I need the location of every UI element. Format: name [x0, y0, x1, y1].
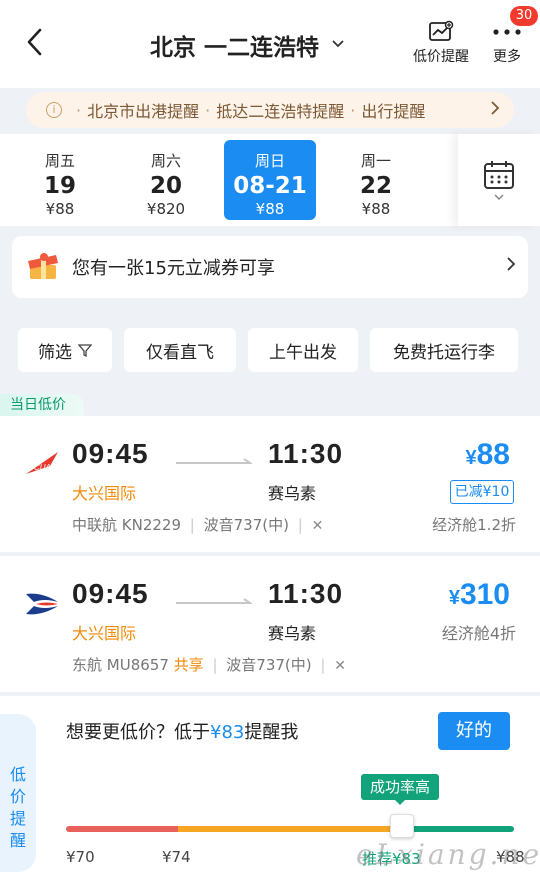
alert-side-label: 低价提醒	[0, 714, 36, 872]
departure-airport: 大兴国际	[72, 484, 137, 503]
chevron-right-icon	[490, 100, 500, 120]
price-tick: ¥70	[66, 848, 95, 866]
price-range-low	[66, 826, 178, 832]
arrival-time: 11:30	[268, 438, 344, 469]
low-price-section: 当日低价	[0, 392, 540, 416]
flight-price: ¥88	[465, 438, 511, 471]
filter-button[interactable]: 筛选	[18, 328, 112, 372]
svg-text:CUA: CUA	[34, 463, 51, 472]
flight-card[interactable]: 09:45 大兴国际 11:30 赛乌素 ¥310 经济舱4折 东航 MU865…	[0, 556, 540, 692]
route-arrow-icon	[176, 598, 252, 604]
date-tab[interactable]: 周一 22 ¥88	[326, 134, 426, 226]
arrival-airport: 赛乌素	[268, 484, 317, 503]
notice-item: 抵达二连浩特提醒	[216, 102, 345, 121]
departure-airport: 大兴国际	[72, 624, 137, 643]
airline-flight-number: 中联航 KN2229	[72, 516, 181, 534]
top-bar: 北京 一二连浩特 低价提醒 更多 30	[0, 0, 540, 88]
notice-item: 出行提醒	[361, 102, 426, 121]
departure-time: 09:45	[72, 578, 149, 609]
china-united-airlines-logo: CUA	[26, 452, 58, 474]
alert-question: 想要更低价？低于¥83提醒我	[66, 722, 299, 743]
no-meal-icon: ✕	[334, 658, 346, 674]
price-alert-button[interactable]: 低价提醒	[408, 18, 474, 70]
date-selector: 周五 19 ¥88 周六 20 ¥820 周日 08-21 ¥88 周一 22 …	[0, 134, 540, 226]
flight-card[interactable]: CUA 09:45 大兴国际 11:30 赛乌素 ¥88 已减¥10 中联航 K…	[0, 416, 540, 552]
route-text: 北京 一二连浩特	[150, 35, 320, 61]
watermark: eLxiang.net	[356, 838, 540, 871]
china-eastern-logo	[26, 593, 58, 615]
coupon-banner[interactable]: 您有一张15元立减券可享	[12, 236, 528, 298]
route-title[interactable]: 北京 一二连浩特	[150, 28, 390, 62]
coupon-gift-icon	[28, 253, 58, 279]
aircraft-type: 波音737(中)	[226, 656, 312, 674]
airline-flight-number: 东航 MU8657	[72, 656, 169, 674]
date-tab[interactable]: 周六 20 ¥820	[116, 134, 216, 226]
flight-info: 中联航 KN2229 | 波音737(中) | ✕	[72, 516, 324, 534]
price-trend-icon	[408, 18, 474, 46]
price-slider-handle[interactable]	[390, 814, 414, 838]
aircraft-type: 波音737(中)	[203, 516, 289, 534]
free-luggage-filter[interactable]: 免费托运行李	[370, 328, 518, 372]
confirm-alert-button[interactable]: 好的	[438, 712, 510, 750]
arrival-time: 11:30	[268, 578, 344, 609]
travel-notice-bar[interactable]: i · 北京市出港提醒 · 抵达二连浩特提醒 · 出行提醒	[26, 92, 514, 128]
cabin-class: 经济舱1.2折	[432, 516, 516, 534]
no-meal-icon: ✕	[311, 518, 324, 534]
back-icon[interactable]	[24, 22, 54, 62]
date-tab-selected[interactable]: 周日 08-21 ¥88	[224, 140, 316, 220]
low-price-tag: 当日低价	[0, 394, 84, 416]
morning-departure-filter[interactable]: 上午出发	[248, 328, 358, 372]
direct-only-filter[interactable]: 仅看直飞	[124, 328, 236, 372]
price-alert-label: 低价提醒	[413, 49, 469, 65]
flight-info: 东航 MU8657 共享 | 波音737(中) | ✕	[72, 656, 346, 674]
date-tab[interactable]: 周五 19 ¥88	[10, 134, 110, 226]
notice-item: 北京市出港提醒	[87, 102, 200, 121]
cabin-class: 经济舱4折	[441, 624, 516, 643]
chevron-down-icon	[331, 37, 345, 53]
flight-price: ¥310	[448, 578, 510, 611]
more-label: 更多	[493, 49, 521, 65]
chevron-right-icon	[506, 256, 516, 276]
info-icon: i	[46, 102, 62, 118]
calendar-icon	[484, 161, 514, 201]
departure-time: 09:45	[72, 438, 149, 469]
route-arrow-icon	[176, 458, 252, 464]
price-range-mid	[178, 826, 400, 832]
codeshare-tag: 共享	[173, 656, 204, 674]
discount-badge: 已减¥10	[450, 480, 514, 504]
coupon-text: 您有一张15元立减券可享	[72, 258, 275, 279]
calendar-button[interactable]	[458, 134, 540, 226]
success-rate-tip: 成功率高	[361, 774, 439, 805]
price-tick: ¥74	[162, 848, 191, 866]
funnel-icon	[78, 344, 92, 357]
arrival-airport: 赛乌素	[268, 624, 317, 643]
notification-badge: 30	[510, 6, 538, 26]
price-range-high	[400, 826, 514, 832]
